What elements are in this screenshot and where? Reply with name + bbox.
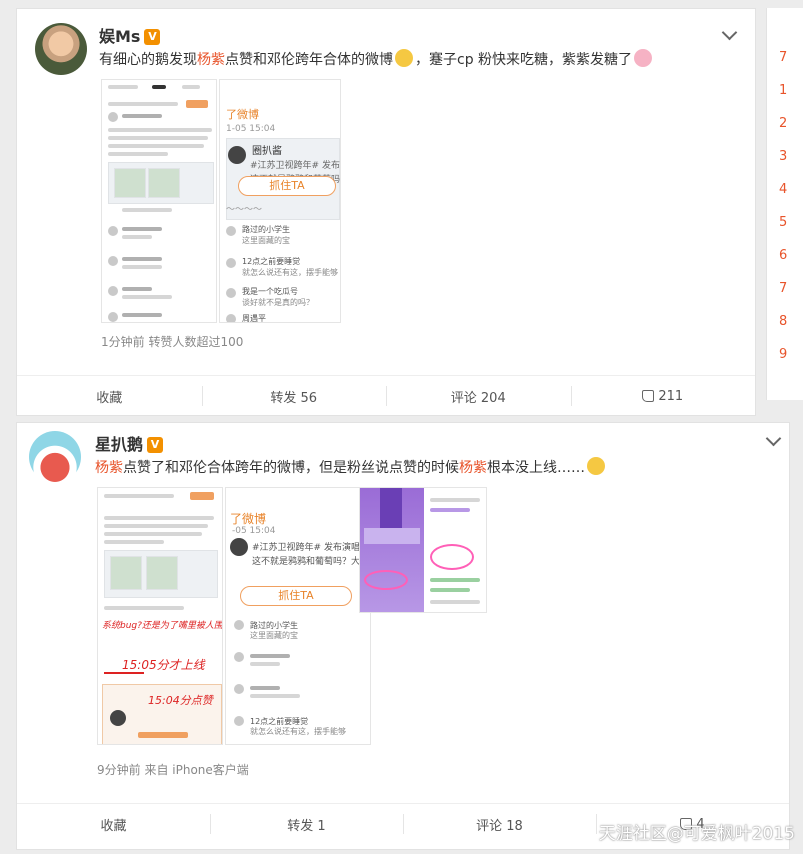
- rank-number: 3: [779, 149, 788, 164]
- rank-number: 4: [779, 182, 788, 197]
- repost-button[interactable]: 转发 56: [201, 376, 387, 416]
- verified-icon: V: [147, 437, 164, 453]
- post-image[interactable]: [101, 79, 217, 323]
- post-image[interactable]: 了微博 1-05 15:04 圈扒酱 #江苏卫视跨年# 发布演唱会重 这不就是鸦…: [219, 79, 341, 323]
- rank-number: 7: [779, 50, 788, 65]
- thinking-emoji-icon: [587, 457, 605, 475]
- post-author[interactable]: 星扒鹅 V: [95, 431, 164, 455]
- post-image[interactable]: 了微博 -05 15:04 #江苏卫视跨年# 发布演唱会重 这不就是鸦鸦和葡萄吗…: [225, 487, 371, 745]
- post-text: 有细心的鹅发现杨紫点赞和邓伦跨年合体的微博 ，蹇子cp 粉快来吃糖，紫紫发糖了: [99, 49, 654, 71]
- annotation: 系统bug?还是为了嘴里被人围着: [102, 621, 223, 631]
- rank-number: 5: [779, 215, 788, 230]
- post-action-bar: 收藏 转发 56 评论 204 211: [17, 375, 755, 416]
- repost-button[interactable]: 转发 1: [210, 804, 403, 844]
- thumbs-up-icon: [642, 390, 655, 402]
- chevron-down-icon[interactable]: [721, 24, 738, 41]
- mention-link[interactable]: 杨紫: [459, 460, 487, 476]
- rank-number: 8: [779, 314, 788, 329]
- pig-emoji-icon: [634, 49, 653, 67]
- mention-link[interactable]: 杨紫: [95, 460, 123, 476]
- avatar: [228, 146, 246, 164]
- weibo-post-card: 星扒鹅 V 杨紫点赞了和邓伦合体跨年的微博，但是粉丝说点赞的时候杨紫根本没上线………: [16, 422, 790, 850]
- weibo-post-card: 娱Ms V 有细心的鹅发现杨紫点赞和邓伦跨年合体的微博 ，蹇子cp 粉快来吃糖，紫紫…: [16, 8, 756, 416]
- grab-button: 抓住TA: [238, 176, 336, 196]
- annotation: 15:04分点赞: [148, 694, 213, 707]
- post-text: 杨紫点赞了和邓伦合体跨年的微博，但是粉丝说点赞的时候杨紫根本没上线……: [95, 457, 607, 479]
- mention-link[interactable]: 杨紫: [197, 52, 225, 68]
- liked-title: 了微博: [226, 108, 259, 121]
- like-button[interactable]: 211: [570, 376, 756, 416]
- avatar[interactable]: [35, 23, 87, 75]
- grab-button: 抓住TA: [240, 586, 352, 606]
- author-name[interactable]: 娱Ms: [99, 27, 140, 46]
- verified-icon: V: [144, 29, 161, 45]
- annotation: 15:05分才上线: [122, 658, 205, 672]
- post-image[interactable]: [359, 487, 487, 613]
- post-author[interactable]: 娱Ms V: [99, 23, 161, 47]
- avatar[interactable]: [29, 431, 81, 483]
- rank-number: 7: [779, 281, 788, 296]
- rank-number: 2: [779, 116, 788, 131]
- post-image[interactable]: 系统bug?还是为了嘴里被人围着 15:05分才上线 15:04分点赞: [97, 487, 223, 745]
- rank-number: 1: [779, 83, 788, 98]
- watermark: 天涯社区@可爱枫叶2015: [598, 824, 795, 844]
- favorite-button[interactable]: 收藏: [17, 376, 202, 416]
- comment-button[interactable]: 评论 18: [403, 804, 596, 844]
- post-meta: 9分钟前 来自 iPhone客户端: [97, 763, 249, 777]
- side-ranking-panel: 7 1 2 3 4 5 6 7 8 9: [766, 8, 803, 400]
- chevron-down-icon[interactable]: [765, 430, 782, 447]
- favorite-button[interactable]: 收藏: [17, 804, 210, 844]
- smile-emoji-icon: [395, 49, 413, 67]
- rank-number: 6: [779, 248, 788, 263]
- comment-button[interactable]: 评论 204: [386, 376, 571, 416]
- post-meta: 1分钟前 转赞人数超过100: [101, 335, 244, 349]
- rank-number: 9: [779, 347, 788, 362]
- author-name[interactable]: 星扒鹅: [95, 435, 143, 454]
